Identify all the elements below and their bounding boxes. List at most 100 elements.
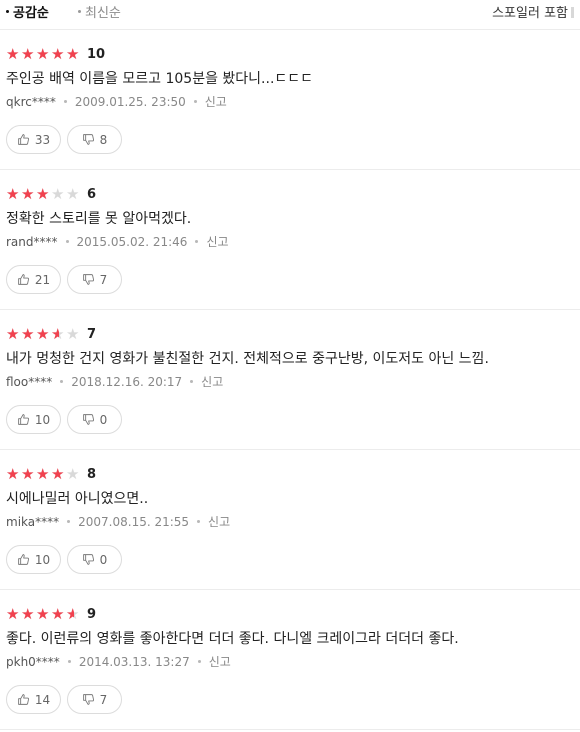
thumbs-up-icon [18,694,29,705]
star-icon: ★★ [21,464,35,483]
star-icon: ★★ [21,184,35,203]
star-icon: ★★ [51,464,65,483]
review-date: 2007.08.15. 21:55 [78,514,190,529]
star-icon: ★★ [36,604,50,623]
review-text: 좋다. 이런류의 영화를 좋아한다면 더더 좋다. 다니엘 크레이그라 더더더 … [6,631,459,647]
bullet-icon [6,10,9,13]
review-meta: qkrc**** 2009.01.25. 23:50 신고 [6,93,227,110]
review-author: floo**** [6,374,53,389]
dislike-count: 7 [99,692,108,707]
spoiler-filter-toggle[interactable]: 스포일러 포함 [492,2,574,21]
review-date: 2015.05.02. 21:46 [76,234,188,249]
review-text: 주인공 배역 이름을 모르고 105분을 봤다니...ㄷㄷㄷ [6,71,314,87]
like-button[interactable]: 21 [6,265,61,294]
vote-row: 21 7 [6,265,122,294]
rating-score: 8 [87,466,97,482]
like-count: 14 [34,692,51,707]
star-icon: ★★ [21,324,35,343]
review-item: ★★★★★★★★★★ 7 내가 멍청한 건지 영화가 불친절한 건지. 전체적으… [0,310,580,450]
review-item: ★ ★ ★ ★ ★ ★ ★ ★ ★ ★ 10 주인공 배역 이름을 모르고 105분을 봤다니..… [0,30,580,170]
report-link[interactable]: 신고 [201,373,223,390]
like-count: 10 [34,552,51,567]
sort-popular-button[interactable]: 공감순 [6,2,49,21]
star-icon: ★★ [51,604,65,623]
thumbs-down-icon [82,274,94,285]
star-icon: ★★ [6,324,20,343]
sort-latest-button[interactable]: 최신순 [78,2,121,21]
thumbs-up-icon [18,134,29,145]
rating-score: 9 [87,606,97,622]
vote-row: 33 8 [6,125,122,154]
review-author: mika**** [6,514,60,529]
separator-dot [195,240,199,243]
dislike-count: 0 [99,412,108,427]
star-icon: ★★ [6,604,20,623]
star-icon: ★★ [36,324,50,343]
star-icon: ★★ [66,464,80,483]
like-button[interactable]: 14 [6,685,61,714]
dislike-count: 7 [99,272,108,287]
separator-dot [197,660,201,663]
star-icon: ★★ [6,44,20,63]
review-item: ★ ★ ★ ★ ★ ★ ★ ★ ★ ★ 9 좋다. 이런류의 영화를 좋아한다면 더더 좋다. 다… [0,590,580,730]
dislike-button[interactable]: 7 [67,265,122,294]
report-link[interactable]: 신고 [206,233,228,250]
review-date: 2014.03.13. 13:27 [78,654,190,669]
rating-score: 7 [87,326,97,342]
thumbs-up-icon [18,554,29,565]
review-meta: mika**** 2007.08.15. 21:55 신고 [6,513,230,530]
rating-score: 6 [87,186,97,202]
review-meta: floo**** 2018.12.16. 20:17 신고 [6,373,223,390]
review-text: 시에나밀러 아니였으면.. [6,491,149,507]
like-button[interactable]: 10 [6,405,61,434]
report-link[interactable]: 신고 [208,513,230,530]
review-author: rand**** [6,234,58,249]
review-date: 2018.12.16. 20:17 [71,374,183,389]
star-icon: ★★ [36,44,50,63]
vote-row: 14 7 [6,685,122,714]
review-author: qkrc**** [6,94,56,109]
review-meta: pkh0**** 2014.03.13. 13:27 신고 [6,653,231,670]
thumbs-down-icon [82,134,94,145]
separator-dot [60,380,64,383]
separator-dot [65,240,69,243]
star-icon: ★★ [51,44,65,63]
dislike-button[interactable]: 7 [67,685,122,714]
star-icon: ★★ [66,604,80,623]
review-author: pkh0**** [6,654,60,669]
thumbs-up-icon [18,274,29,285]
report-link[interactable]: 신고 [205,93,227,110]
star-rating: ★★★★★★★★★★ [6,184,81,203]
thumbs-down-icon [82,554,94,565]
star-icon: ★★ [6,464,20,483]
review-list: ★ ★ ★ ★ ★ ★ ★ ★ ★ ★ 10 주인공 배역 이름을 모르고 105분을 봤다니..… [0,30,580,730]
vote-row: 10 0 [6,405,122,434]
star-icon: ★★ [36,184,50,203]
like-button[interactable]: 33 [6,125,61,154]
rating-score: 10 [87,46,106,62]
dislike-button[interactable]: 8 [67,125,122,154]
star-icon: ★★ [51,184,65,203]
star-icon: ★★ [51,324,65,343]
like-button[interactable]: 10 [6,545,61,574]
rating-row: ★★★★★★★★★★ 7 [6,326,96,342]
dislike-count: 0 [99,552,108,567]
report-link[interactable]: 신고 [209,653,231,670]
star-icon: ★★ [21,604,35,623]
rating-row: ★★★★★★★★★★ 6 [6,186,96,202]
star-icon: ★★ [21,44,35,63]
dislike-button[interactable]: 0 [67,545,122,574]
sort-bar: 공감순 최신순 스포일러 포함 [0,0,580,30]
star-icon: ★★ [66,184,80,203]
spoiler-filter-label: 스포일러 포함 [492,6,568,21]
review-meta: rand**** 2015.05.02. 21:46 신고 [6,233,229,250]
dislike-button[interactable]: 0 [67,405,122,434]
review-item: ★★★★★★★★★★ 6 정확한 스토리를 못 알아먹겠다. rand**** … [0,170,580,310]
rating-row: ★ ★ ★ ★ ★ ★ ★ ★ ★ ★ 9 [6,606,96,622]
checkbox-icon [571,7,574,18]
separator-dot [193,100,197,103]
sort-latest-label: 최신순 [85,6,121,21]
separator-dot [197,520,201,523]
dislike-count: 8 [99,132,108,147]
star-rating: ★★★★★★★★★★ [6,604,81,623]
